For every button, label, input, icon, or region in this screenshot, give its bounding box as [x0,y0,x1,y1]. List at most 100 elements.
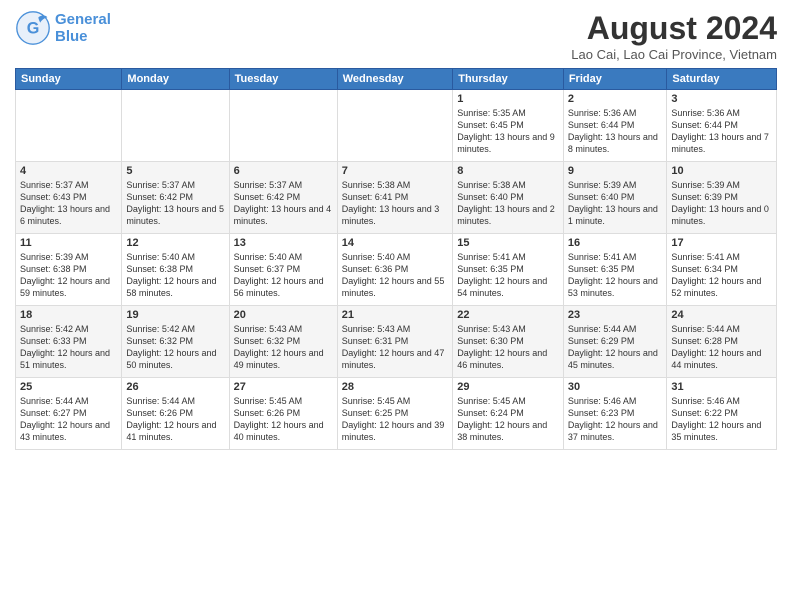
day-info: Sunrise: 5:44 AMSunset: 6:27 PMDaylight:… [20,395,117,444]
day-number: 7 [342,165,448,177]
day-info: Sunrise: 5:44 AMSunset: 6:26 PMDaylight:… [126,395,224,444]
day-info: Sunrise: 5:43 AMSunset: 6:31 PMDaylight:… [342,323,448,372]
day-info: Sunrise: 5:36 AMSunset: 6:44 PMDaylight:… [671,107,772,156]
table-row: 13 Sunrise: 5:40 AMSunset: 6:37 PMDaylig… [229,234,337,306]
day-number: 14 [342,237,448,249]
header: G GeneralBlue August 2024 Lao Cai, Lao C… [15,10,777,62]
day-number: 28 [342,381,448,393]
day-number: 21 [342,309,448,321]
calendar-table: Sunday Monday Tuesday Wednesday Thursday… [15,68,777,450]
day-number: 20 [234,309,333,321]
day-number: 11 [20,237,117,249]
calendar-week-row: 25 Sunrise: 5:44 AMSunset: 6:27 PMDaylig… [16,378,777,450]
day-number: 23 [568,309,663,321]
day-number: 6 [234,165,333,177]
day-info: Sunrise: 5:45 AMSunset: 6:24 PMDaylight:… [457,395,559,444]
day-info: Sunrise: 5:44 AMSunset: 6:28 PMDaylight:… [671,323,772,372]
day-info: Sunrise: 5:37 AMSunset: 6:43 PMDaylight:… [20,179,117,228]
logo-text: GeneralBlue [55,11,111,45]
day-number: 12 [126,237,224,249]
calendar-week-row: 4 Sunrise: 5:37 AMSunset: 6:43 PMDayligh… [16,162,777,234]
calendar-week-row: 11 Sunrise: 5:39 AMSunset: 6:38 PMDaylig… [16,234,777,306]
day-number: 26 [126,381,224,393]
day-info: Sunrise: 5:40 AMSunset: 6:36 PMDaylight:… [342,251,448,300]
day-info: Sunrise: 5:44 AMSunset: 6:29 PMDaylight:… [568,323,663,372]
title-block: August 2024 Lao Cai, Lao Cai Province, V… [571,10,777,62]
day-number: 8 [457,165,559,177]
day-number: 4 [20,165,117,177]
month-year: August 2024 [571,10,777,47]
table-row: 2 Sunrise: 5:36 AMSunset: 6:44 PMDayligh… [563,90,667,162]
day-info: Sunrise: 5:40 AMSunset: 6:37 PMDaylight:… [234,251,333,300]
calendar-week-row: 18 Sunrise: 5:42 AMSunset: 6:33 PMDaylig… [16,306,777,378]
day-number: 31 [671,381,772,393]
day-info: Sunrise: 5:41 AMSunset: 6:35 PMDaylight:… [568,251,663,300]
day-number: 9 [568,165,663,177]
day-info: Sunrise: 5:38 AMSunset: 6:40 PMDaylight:… [457,179,559,228]
day-info: Sunrise: 5:36 AMSunset: 6:44 PMDaylight:… [568,107,663,156]
table-row: 23 Sunrise: 5:44 AMSunset: 6:29 PMDaylig… [563,306,667,378]
day-number: 29 [457,381,559,393]
header-saturday: Saturday [667,69,777,90]
day-number: 1 [457,93,559,105]
day-number: 18 [20,309,117,321]
table-row [229,90,337,162]
table-row: 24 Sunrise: 5:44 AMSunset: 6:28 PMDaylig… [667,306,777,378]
table-row: 16 Sunrise: 5:41 AMSunset: 6:35 PMDaylig… [563,234,667,306]
logo: G GeneralBlue [15,10,111,46]
day-number: 22 [457,309,559,321]
table-row: 31 Sunrise: 5:46 AMSunset: 6:22 PMDaylig… [667,378,777,450]
day-info: Sunrise: 5:43 AMSunset: 6:30 PMDaylight:… [457,323,559,372]
day-number: 19 [126,309,224,321]
table-row: 5 Sunrise: 5:37 AMSunset: 6:42 PMDayligh… [122,162,229,234]
table-row: 6 Sunrise: 5:37 AMSunset: 6:42 PMDayligh… [229,162,337,234]
table-row: 11 Sunrise: 5:39 AMSunset: 6:38 PMDaylig… [16,234,122,306]
day-info: Sunrise: 5:38 AMSunset: 6:41 PMDaylight:… [342,179,448,228]
table-row: 7 Sunrise: 5:38 AMSunset: 6:41 PMDayligh… [337,162,452,234]
header-friday: Friday [563,69,667,90]
day-info: Sunrise: 5:37 AMSunset: 6:42 PMDaylight:… [234,179,333,228]
day-info: Sunrise: 5:42 AMSunset: 6:33 PMDaylight:… [20,323,117,372]
day-info: Sunrise: 5:39 AMSunset: 6:38 PMDaylight:… [20,251,117,300]
day-number: 5 [126,165,224,177]
calendar-week-row: 1 Sunrise: 5:35 AMSunset: 6:45 PMDayligh… [16,90,777,162]
day-number: 30 [568,381,663,393]
header-tuesday: Tuesday [229,69,337,90]
table-row: 28 Sunrise: 5:45 AMSunset: 6:25 PMDaylig… [337,378,452,450]
day-info: Sunrise: 5:35 AMSunset: 6:45 PMDaylight:… [457,107,559,156]
day-info: Sunrise: 5:45 AMSunset: 6:25 PMDaylight:… [342,395,448,444]
table-row: 10 Sunrise: 5:39 AMSunset: 6:39 PMDaylig… [667,162,777,234]
day-number: 17 [671,237,772,249]
table-row: 25 Sunrise: 5:44 AMSunset: 6:27 PMDaylig… [16,378,122,450]
day-info: Sunrise: 5:39 AMSunset: 6:40 PMDaylight:… [568,179,663,228]
table-row: 20 Sunrise: 5:43 AMSunset: 6:32 PMDaylig… [229,306,337,378]
table-row: 12 Sunrise: 5:40 AMSunset: 6:38 PMDaylig… [122,234,229,306]
header-wednesday: Wednesday [337,69,452,90]
day-info: Sunrise: 5:42 AMSunset: 6:32 PMDaylight:… [126,323,224,372]
table-row: 26 Sunrise: 5:44 AMSunset: 6:26 PMDaylig… [122,378,229,450]
day-info: Sunrise: 5:41 AMSunset: 6:35 PMDaylight:… [457,251,559,300]
table-row: 3 Sunrise: 5:36 AMSunset: 6:44 PMDayligh… [667,90,777,162]
table-row: 30 Sunrise: 5:46 AMSunset: 6:23 PMDaylig… [563,378,667,450]
day-number: 27 [234,381,333,393]
table-row: 22 Sunrise: 5:43 AMSunset: 6:30 PMDaylig… [453,306,564,378]
day-info: Sunrise: 5:46 AMSunset: 6:22 PMDaylight:… [671,395,772,444]
day-info: Sunrise: 5:39 AMSunset: 6:39 PMDaylight:… [671,179,772,228]
day-number: 15 [457,237,559,249]
day-info: Sunrise: 5:45 AMSunset: 6:26 PMDaylight:… [234,395,333,444]
calendar-page: G GeneralBlue August 2024 Lao Cai, Lao C… [0,0,792,612]
day-info: Sunrise: 5:37 AMSunset: 6:42 PMDaylight:… [126,179,224,228]
day-number: 2 [568,93,663,105]
table-row: 17 Sunrise: 5:41 AMSunset: 6:34 PMDaylig… [667,234,777,306]
header-sunday: Sunday [16,69,122,90]
table-row: 27 Sunrise: 5:45 AMSunset: 6:26 PMDaylig… [229,378,337,450]
day-number: 16 [568,237,663,249]
table-row: 29 Sunrise: 5:45 AMSunset: 6:24 PMDaylig… [453,378,564,450]
location: Lao Cai, Lao Cai Province, Vietnam [571,47,777,62]
day-number: 25 [20,381,117,393]
table-row: 14 Sunrise: 5:40 AMSunset: 6:36 PMDaylig… [337,234,452,306]
table-row: 19 Sunrise: 5:42 AMSunset: 6:32 PMDaylig… [122,306,229,378]
table-row: 1 Sunrise: 5:35 AMSunset: 6:45 PMDayligh… [453,90,564,162]
header-thursday: Thursday [453,69,564,90]
table-row: 21 Sunrise: 5:43 AMSunset: 6:31 PMDaylig… [337,306,452,378]
